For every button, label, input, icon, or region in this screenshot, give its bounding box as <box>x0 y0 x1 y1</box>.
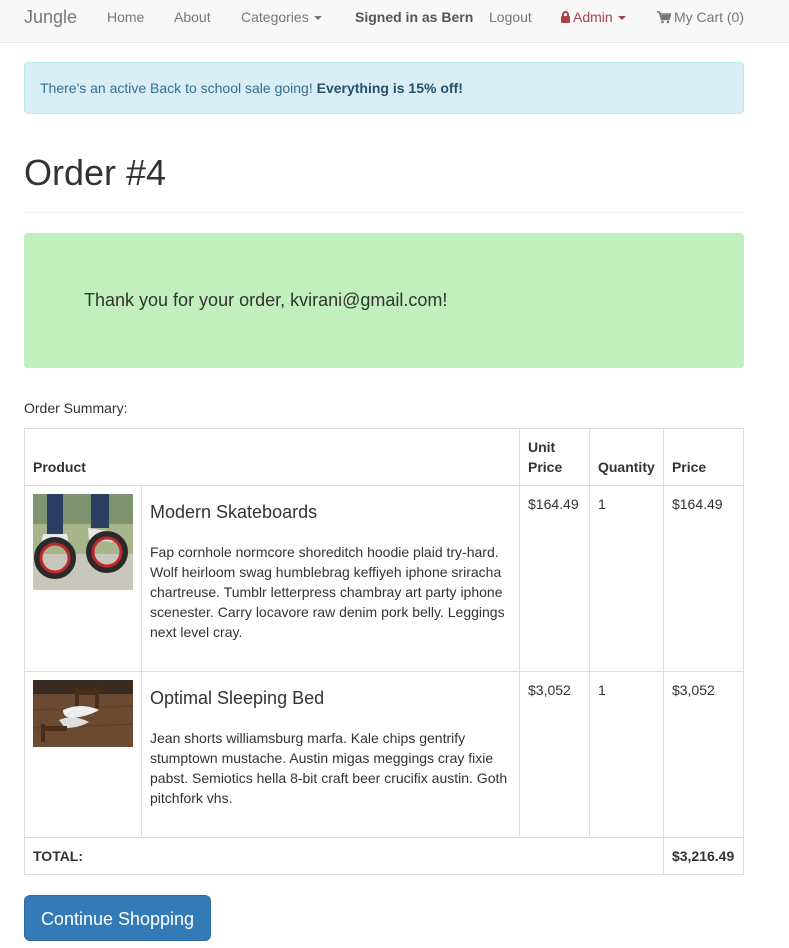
price-cell: $164.49 <box>662 485 745 672</box>
table-header-row: Product Unit Price Quantity Price <box>24 428 745 486</box>
product-image-skateboards <box>33 494 133 590</box>
unit-price-header-line1: Unit <box>528 439 556 455</box>
product-description: Fap cornhole normcore shoreditch hoodie … <box>150 544 505 640</box>
quantity-cell: 1 <box>588 671 664 838</box>
signed-in-label: Signed in as Bern <box>355 9 474 25</box>
product-name: Optimal Sleeping Bed <box>150 688 325 708</box>
page-title: Order #4 <box>24 152 167 193</box>
sale-alert-text: There's an active Back to school sale go… <box>40 80 317 96</box>
product-description: Jean shorts williamsburg marfa. Kale chi… <box>150 730 508 806</box>
nav-cart-link[interactable]: My Cart (0) <box>657 0 744 34</box>
table-row: Optimal Sleeping Bed Jean shorts william… <box>24 671 745 838</box>
unit-price-header-line2: Price <box>528 459 563 475</box>
nav-admin-dropdown[interactable]: Admin <box>561 0 626 34</box>
admin-label: Admin <box>573 9 613 25</box>
table-row: Modern Skateboards Fap cornhole normcore… <box>24 485 745 672</box>
unit-price-column-header: Unit Price <box>519 428 590 486</box>
title-divider <box>24 212 744 213</box>
price-column-header: Price <box>662 428 745 486</box>
brand-link[interactable]: Jungle <box>24 0 77 34</box>
nav-logout-link[interactable]: Logout <box>489 0 532 34</box>
order-summary-label: Order Summary: <box>24 400 128 416</box>
top-navbar: Jungle Home About Categories Signed in a… <box>0 0 789 43</box>
categories-label: Categories <box>241 9 309 25</box>
total-label: TOTAL: <box>24 837 664 875</box>
caret-down-icon <box>617 16 626 21</box>
price-cell: $3,052 <box>662 671 745 838</box>
quantity-column-header: Quantity <box>588 428 664 486</box>
order-summary-table: Product Unit Price Quantity Price Modern… <box>24 428 745 875</box>
sale-alert-emphasis: Everything is 15% off! <box>316 80 463 96</box>
product-image-sleeping-bed <box>33 680 133 747</box>
sale-alert: There's an active Back to school sale go… <box>24 62 744 114</box>
shopping-cart-icon <box>657 11 671 24</box>
product-image-cell <box>24 485 142 672</box>
nav-home-link[interactable]: Home <box>107 0 144 34</box>
product-details-cell: Optimal Sleeping Bed Jean shorts william… <box>141 671 520 838</box>
product-details-cell: Modern Skateboards Fap cornhole normcore… <box>141 485 520 672</box>
nav-about-link[interactable]: About <box>174 0 211 34</box>
continue-shopping-button[interactable]: Continue Shopping <box>24 895 211 941</box>
unit-price-cell: $3,052 <box>519 671 590 838</box>
product-column-header: Product <box>24 428 520 486</box>
total-value: $3,216.49 <box>662 837 745 875</box>
quantity-cell: 1 <box>588 485 664 672</box>
product-image-cell <box>24 671 142 838</box>
unit-price-cell: $164.49 <box>519 485 590 672</box>
nav-categories-dropdown[interactable]: Categories <box>241 0 322 34</box>
caret-down-icon <box>313 16 322 21</box>
product-name: Modern Skateboards <box>150 502 318 522</box>
total-row: TOTAL: $3,216.49 <box>24 837 745 875</box>
cart-label: My Cart (0) <box>674 9 744 25</box>
order-thanks-panel: Thank you for your order, kvirani@gmail.… <box>24 233 744 368</box>
thanks-message: Thank you for your order, kvirani@gmail.… <box>84 290 448 310</box>
lock-icon <box>561 11 570 23</box>
